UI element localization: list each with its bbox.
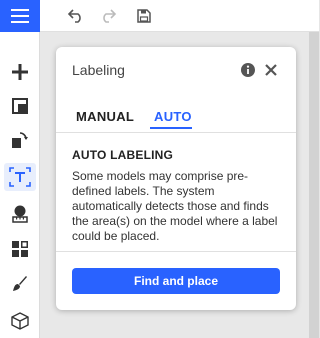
cube-icon [11, 312, 29, 330]
sidebar-item-measure[interactable] [4, 200, 36, 228]
sidebar-item-transform[interactable] [4, 126, 36, 154]
text-label-icon [9, 167, 31, 187]
panel-header: Labeling [56, 47, 296, 93]
brush-icon [13, 276, 27, 291]
sidebar-item-add[interactable] [4, 58, 36, 86]
active-tab-indicator [150, 127, 192, 129]
undo-button[interactable] [66, 6, 86, 26]
find-and-place-button[interactable]: Find and place [72, 268, 280, 294]
sidebar-item-paint[interactable] [4, 270, 36, 298]
tab-manual[interactable]: MANUAL [76, 109, 134, 124]
plus-icon [12, 64, 28, 80]
section-description: Some models may comprise pre-defined lab… [72, 169, 278, 243]
labeling-panel: Labeling MANUAL AUTO AUTO LABELING Some … [56, 47, 296, 310]
transform-icon [12, 132, 28, 148]
redo-button[interactable] [98, 6, 118, 26]
divider [56, 251, 296, 252]
save-icon [137, 9, 151, 23]
mode-tabs: MANUAL AUTO [56, 103, 296, 133]
layout-icon [12, 98, 28, 114]
close-icon[interactable] [262, 61, 280, 79]
sidebar-item-labeling[interactable] [4, 163, 36, 191]
redo-icon [103, 9, 117, 23]
sidebar-item-components[interactable] [4, 235, 36, 263]
undo-icon [67, 9, 81, 23]
hamburger-icon [11, 9, 29, 23]
top-toolbar [0, 0, 319, 32]
tab-auto[interactable]: AUTO [154, 109, 192, 124]
section-title: AUTO LABELING [72, 148, 174, 162]
measure-icon [12, 205, 28, 223]
panel-title: Labeling [72, 62, 125, 78]
save-button[interactable] [134, 6, 154, 26]
grid-icon [12, 241, 28, 257]
menu-button[interactable] [0, 0, 40, 32]
info-icon[interactable] [240, 62, 256, 78]
sidebar-item-3d[interactable] [4, 307, 36, 335]
sidebar-item-layout[interactable] [4, 92, 36, 120]
left-sidebar [0, 32, 40, 338]
